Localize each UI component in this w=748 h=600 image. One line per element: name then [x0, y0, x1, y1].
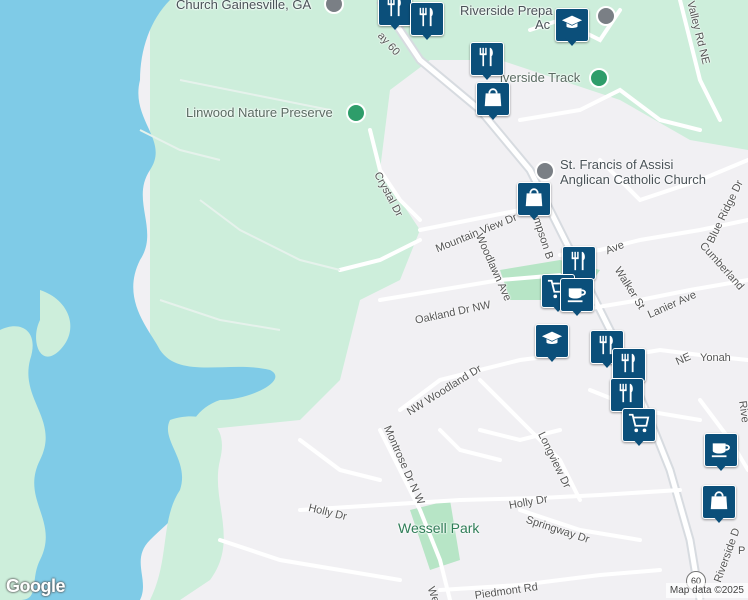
- map-attribution[interactable]: Map data ©2025: [665, 583, 748, 598]
- fork-knife-icon: [568, 250, 590, 277]
- shopping-bag-icon: [482, 86, 504, 113]
- rive-label: Rive: [736, 400, 748, 424]
- st-francis-label-1[interactable]: St. Francis of Assisi: [560, 157, 673, 172]
- st-francis-label-2[interactable]: Anglican Catholic Church: [560, 172, 706, 187]
- fork-knife-icon: [618, 352, 640, 379]
- school-pin-icon[interactable]: [596, 6, 616, 26]
- riverside-track-label[interactable]: iverside Track: [500, 70, 580, 85]
- fork-knife-icon: [476, 46, 498, 73]
- park-pin-icon[interactable]: [589, 68, 609, 88]
- church-pin-icon[interactable]: [535, 161, 555, 181]
- graduation-cap-icon: [541, 328, 563, 355]
- shopping-bag-icon: [523, 186, 545, 213]
- map-canvas[interactable]: Church Gainesville, GA Riverside Prepa A…: [0, 0, 748, 600]
- shopping-marker[interactable]: [476, 82, 510, 122]
- restaurant-marker[interactable]: [410, 2, 444, 42]
- google-logo[interactable]: Google: [6, 576, 66, 597]
- riverside-prep-label[interactable]: Riverside Prepa: [460, 3, 553, 18]
- p-label: P: [738, 545, 746, 557]
- fork-knife-icon: [616, 382, 638, 409]
- coffee-icon: [566, 282, 588, 309]
- shopping-marker[interactable]: [702, 485, 736, 525]
- riverside-prep-label-2[interactable]: Ac: [535, 17, 550, 32]
- cafe-marker[interactable]: [560, 278, 594, 318]
- fork-knife-icon: [416, 6, 438, 33]
- church-gainesville-label[interactable]: Church Gainesville, GA: [176, 0, 311, 12]
- school-marker[interactable]: [555, 8, 589, 48]
- coffee-icon: [710, 437, 732, 464]
- school-marker[interactable]: [535, 324, 569, 364]
- shopping-marker[interactable]: [517, 182, 551, 222]
- cart-icon: [628, 412, 650, 439]
- restaurant-marker[interactable]: [378, 0, 412, 32]
- wessell-park-label[interactable]: Wessell Park: [398, 520, 479, 536]
- grocery-marker[interactable]: [622, 408, 656, 448]
- yonah-label: Yonah: [700, 352, 731, 364]
- tree-pin-icon[interactable]: [346, 103, 366, 123]
- shopping-bag-icon: [708, 489, 730, 516]
- linwood-preserve-label[interactable]: Linwood Nature Preserve: [186, 105, 333, 120]
- cafe-marker[interactable]: [704, 433, 738, 473]
- restaurant-marker[interactable]: [470, 42, 504, 82]
- graduation-cap-icon: [561, 12, 583, 39]
- fork-knife-icon: [384, 0, 406, 23]
